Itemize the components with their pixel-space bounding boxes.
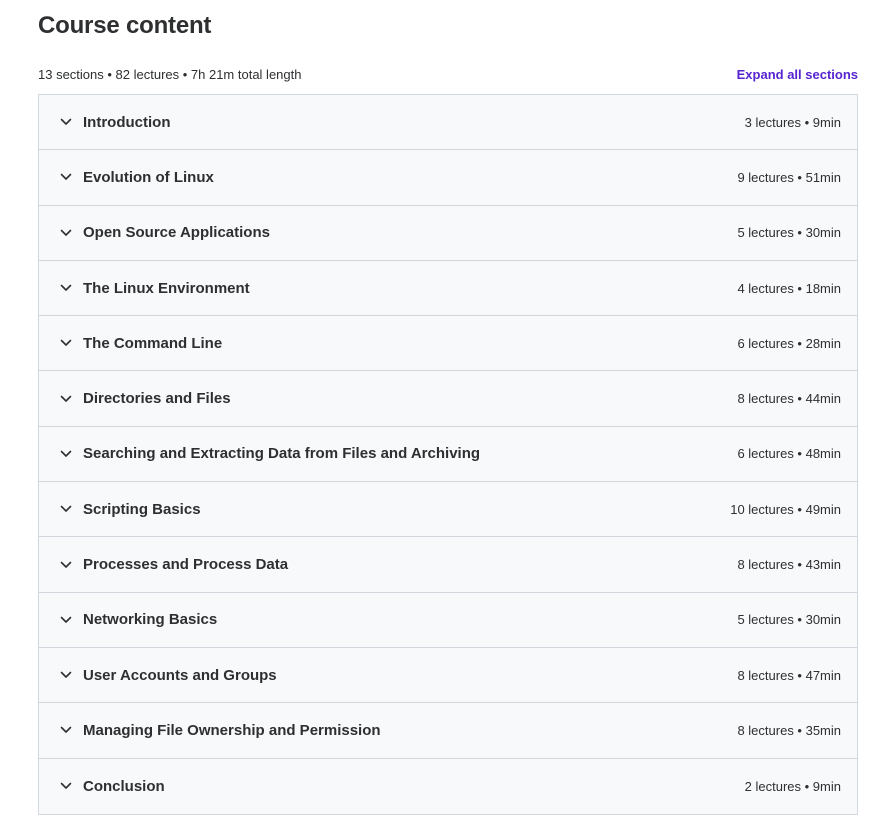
chevron-down-icon: [59, 447, 73, 461]
chevron-down-icon: [59, 336, 73, 350]
section-row[interactable]: Scripting Basics 10 lectures • 49min: [39, 482, 857, 538]
section-title: Managing File Ownership and Permission: [83, 721, 381, 739]
section-meta: 8 lectures • 44min: [737, 391, 841, 407]
page-title: Course content: [38, 12, 212, 39]
section-meta: 5 lectures • 30min: [737, 612, 841, 628]
chevron-down-icon: [59, 502, 73, 516]
section-title: Scripting Basics: [83, 500, 201, 518]
section-title: Searching and Extracting Data from Files…: [83, 445, 481, 463]
section-meta: 8 lectures • 35min: [737, 722, 841, 738]
section-meta: 5 lectures • 30min: [737, 225, 841, 241]
chevron-down-icon: [59, 170, 73, 184]
chevron-down-icon: [59, 115, 73, 129]
section-row[interactable]: Searching and Extracting Data from Files…: [39, 427, 857, 483]
section-title: Directories and Files: [83, 390, 231, 408]
chevron-down-icon: [59, 281, 73, 295]
section-title: User Accounts and Groups: [83, 666, 277, 684]
section-meta: 6 lectures • 48min: [737, 446, 841, 462]
section-row[interactable]: Conclusion 2 lectures • 9min: [39, 759, 857, 814]
chevron-down-icon: [59, 613, 73, 627]
section-title: Conclusion: [83, 777, 165, 795]
section-row[interactable]: Networking Basics 5 lectures • 30min: [39, 593, 857, 648]
section-meta: 8 lectures • 43min: [737, 557, 841, 573]
chevron-down-icon: [59, 226, 73, 240]
section-row[interactable]: Evolution of Linux 9 lectures • 51min: [39, 150, 857, 206]
section-meta: 10 lectures • 49min: [730, 501, 841, 517]
expand-all-sections-button[interactable]: Expand all sections: [737, 67, 858, 82]
section-row[interactable]: Introduction 3 lectures • 9min: [39, 95, 857, 151]
chevron-down-icon: [59, 668, 73, 682]
section-row[interactable]: Processes and Process Data 8 lectures • …: [39, 537, 857, 593]
course-summary-row: 13 sections • 82 lectures • 7h 21m total…: [38, 64, 858, 84]
section-meta: 9 lectures • 51min: [737, 169, 841, 185]
section-row[interactable]: Managing File Ownership and Permission 8…: [39, 703, 857, 759]
chevron-down-icon: [59, 723, 73, 737]
chevron-down-icon: [59, 558, 73, 572]
chevron-down-icon: [59, 779, 73, 793]
section-title: Evolution of Linux: [83, 168, 214, 186]
section-title: Processes and Process Data: [83, 556, 289, 574]
section-title: Introduction: [83, 113, 171, 131]
section-title: The Linux Environment: [83, 279, 250, 297]
section-row[interactable]: User Accounts and Groups 8 lectures • 47…: [39, 648, 857, 704]
section-row[interactable]: Directories and Files 8 lectures • 44min: [39, 371, 857, 427]
section-meta: 4 lectures • 18min: [737, 280, 841, 296]
section-row[interactable]: The Command Line 6 lectures • 28min: [39, 316, 857, 372]
chevron-down-icon: [59, 392, 73, 406]
section-row[interactable]: Open Source Applications 5 lectures • 30…: [39, 206, 857, 261]
section-meta: 8 lectures • 47min: [737, 667, 841, 683]
section-title: Networking Basics: [83, 611, 218, 629]
section-title: Open Source Applications: [83, 224, 270, 242]
section-row[interactable]: The Linux Environment 4 lectures • 18min: [39, 261, 857, 317]
section-meta: 6 lectures • 28min: [737, 335, 841, 351]
section-meta: 3 lectures • 9min: [744, 114, 841, 130]
sections-accordion: Introduction 3 lectures • 9min Evolution…: [38, 94, 858, 815]
course-summary: 13 sections • 82 lectures • 7h 21m total…: [38, 66, 302, 82]
section-title: The Command Line: [83, 334, 223, 352]
section-meta: 2 lectures • 9min: [744, 778, 841, 794]
